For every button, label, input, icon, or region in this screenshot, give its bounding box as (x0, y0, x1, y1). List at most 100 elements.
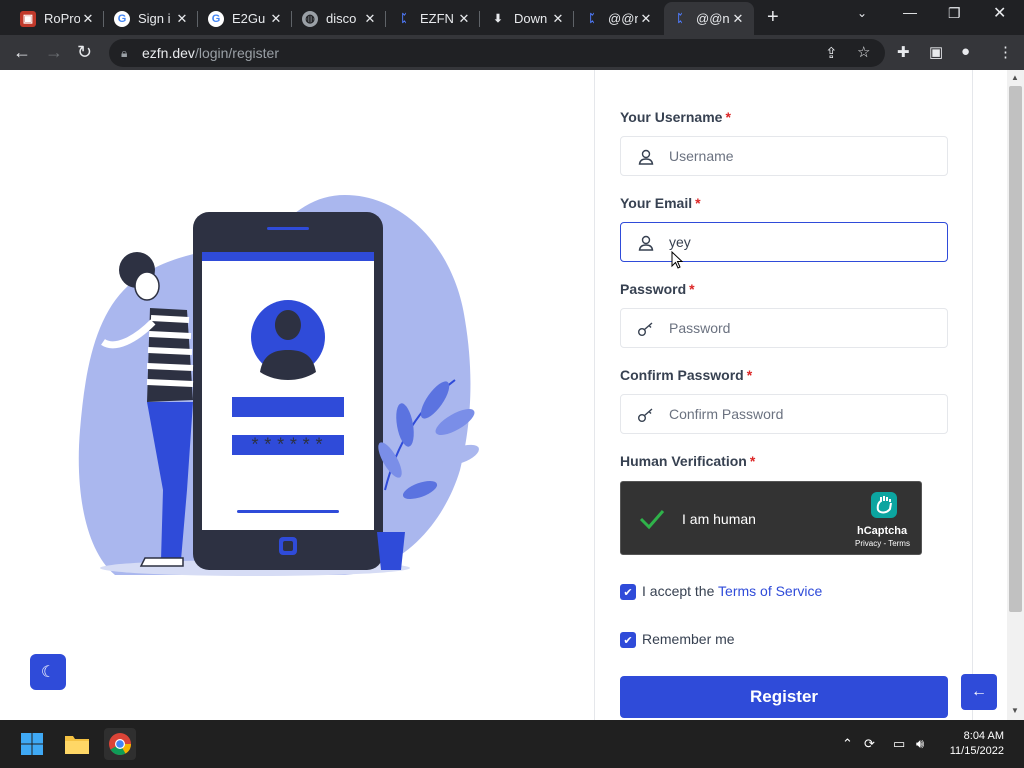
bookmark-star-icon[interactable]: ☆ (857, 43, 870, 61)
google-icon: G (208, 10, 224, 27)
browser-toolbar: ← → ↻ 🔒︎ ezfn.dev/login/register ⇪ ☆ ✚ ▣… (0, 35, 1024, 70)
new-tab-button[interactable]: + (767, 6, 779, 29)
confirm-password-label-text: Confirm Password (620, 367, 744, 383)
forward-icon[interactable]: → (45, 42, 63, 62)
browser-tab[interactable]: G E2Gu ✕ (200, 2, 292, 35)
network-icon[interactable]: ▭ (893, 736, 905, 752)
sync-icon[interactable]: ⟳ (864, 736, 875, 752)
arrow-left-icon: ← (971, 683, 987, 700)
file-explorer-icon[interactable] (61, 728, 93, 760)
chrome-taskbar-icon[interactable] (104, 728, 136, 760)
home-button-inner (283, 541, 293, 551)
email-input[interactable] (669, 223, 939, 261)
browser-tab-active[interactable]: ᛈ @@n ✕ (664, 2, 754, 35)
username-field[interactable] (620, 136, 948, 176)
browser-tab[interactable]: G Sign i ✕ (106, 2, 198, 35)
verification-label-text: Human Verification (620, 453, 747, 469)
close-window-icon[interactable]: ✕ (993, 3, 1006, 23)
close-tab-icon[interactable]: ✕ (362, 11, 378, 27)
browser-tab[interactable]: ▣ RoPro ✕ (12, 2, 104, 35)
required-mark: * (725, 109, 731, 125)
required-mark: * (749, 453, 756, 469)
tos-label: I accept the Terms of Service (642, 583, 822, 599)
password-label: Password * (620, 281, 695, 297)
username-bar (232, 397, 344, 417)
hcaptcha-widget[interactable]: I am human hCaptcha Privacy - Terms (620, 481, 922, 555)
key-icon (638, 322, 653, 336)
profile-icon[interactable]: ● (961, 43, 970, 60)
remember-me-label: Remember me (642, 631, 735, 647)
close-tab-icon[interactable]: ✕ (730, 11, 746, 27)
scroll-down-icon[interactable]: ▼ (1011, 706, 1019, 715)
username-input[interactable] (669, 137, 939, 175)
tab-separator (103, 11, 104, 27)
google-icon: G (114, 10, 130, 27)
screen-underline (237, 510, 339, 513)
phone-login-illustration: ****** (78, 195, 479, 576)
close-tab-icon[interactable]: ✕ (268, 11, 284, 27)
browser-tab[interactable]: ᛈ @@n ✕ (576, 2, 662, 35)
scroll-up-icon[interactable]: ▲ (1011, 73, 1019, 82)
address-bar[interactable]: 🔒︎ ezfn.dev/login/register ⇪ ☆ (109, 39, 885, 67)
password-input[interactable] (669, 309, 939, 347)
close-tab-icon[interactable]: ✕ (80, 11, 96, 27)
confirm-password-field[interactable] (620, 394, 948, 434)
check-icon: ✔ (623, 586, 633, 599)
reload-icon[interactable]: ↻ (77, 42, 92, 62)
captcha-links[interactable]: Privacy - Terms (855, 539, 910, 548)
close-tab-icon[interactable]: ✕ (174, 11, 190, 27)
tab-title: E2Gu (232, 11, 266, 26)
username-label-text: Your Username (620, 109, 723, 125)
minimize-icon[interactable]: — (903, 4, 917, 20)
close-tab-icon[interactable]: ✕ (456, 11, 472, 27)
download-icon: ⬇ (493, 13, 503, 25)
menu-icon[interactable]: ⋮ (998, 43, 1013, 61)
share-icon[interactable]: ⇪ (825, 44, 838, 62)
email-field[interactable] (620, 222, 948, 262)
tab-separator (197, 11, 198, 27)
back-button[interactable]: ← (961, 674, 997, 710)
side-panel-icon[interactable]: ▣ (929, 43, 943, 61)
person-shoes (139, 557, 184, 567)
verification-label: Human Verification * (620, 453, 755, 469)
clock-time: 8:04 AM (963, 730, 1004, 742)
password-field[interactable] (620, 308, 948, 348)
phone-screen (202, 252, 374, 530)
user-icon (638, 235, 654, 251)
confirm-password-input[interactable] (669, 395, 939, 433)
scrollbar-thumb[interactable] (1009, 86, 1022, 612)
browser-tab-strip: ▣ RoPro ✕ G Sign i ✕ G E2Gu ✕ ◍ disco ✕ … (0, 0, 1024, 35)
browser-tab[interactable]: ⬇ Down ✕ (482, 2, 574, 35)
check-icon: ✔ (623, 634, 633, 647)
tos-checkbox[interactable]: ✔ (620, 584, 636, 600)
phone-speaker (267, 227, 309, 230)
windows-start-icon[interactable] (16, 728, 48, 760)
plant-pot (377, 532, 405, 570)
terms-of-service-link[interactable]: Terms of Service (718, 583, 822, 599)
illustration-panel: ****** ☾ (0, 70, 595, 720)
key-icon (638, 408, 653, 422)
tab-search-icon[interactable]: ⌄ (857, 6, 867, 20)
dark-mode-toggle-button[interactable]: ☾ (30, 654, 66, 690)
close-tab-icon[interactable]: ✕ (550, 11, 566, 27)
divider (972, 70, 973, 720)
volume-icon[interactable]: 🔊︎ (916, 736, 924, 752)
remember-me-checkbox[interactable]: ✔ (620, 632, 636, 648)
browser-tab[interactable]: ᛈ EZFN ✕ (388, 2, 480, 35)
close-tab-icon[interactable]: ✕ (638, 11, 654, 27)
ropro-icon: ▣ (20, 10, 36, 27)
extensions-icon[interactable]: ✚ (897, 43, 910, 61)
show-hidden-icons-icon[interactable]: ⌃ (842, 736, 853, 752)
url-text[interactable]: ezfn.dev/login/register (142, 45, 279, 61)
system-clock[interactable]: 8:04 AM 11/15/2022 (942, 729, 1004, 759)
register-button[interactable]: Register (620, 676, 948, 718)
tab-title: @@n (696, 11, 730, 26)
captcha-brand: hCaptcha (857, 525, 908, 537)
lock-icon[interactable]: 🔒︎ (121, 46, 127, 61)
back-icon[interactable]: ← (13, 42, 31, 62)
tos-prefix: I accept the (642, 583, 715, 599)
browser-tab[interactable]: ◍ disco ✕ (294, 2, 386, 35)
restore-icon[interactable]: ❐ (948, 5, 961, 22)
scrollbar[interactable]: ▲ ▼ (1007, 70, 1024, 720)
tab-title: Down (514, 11, 548, 26)
